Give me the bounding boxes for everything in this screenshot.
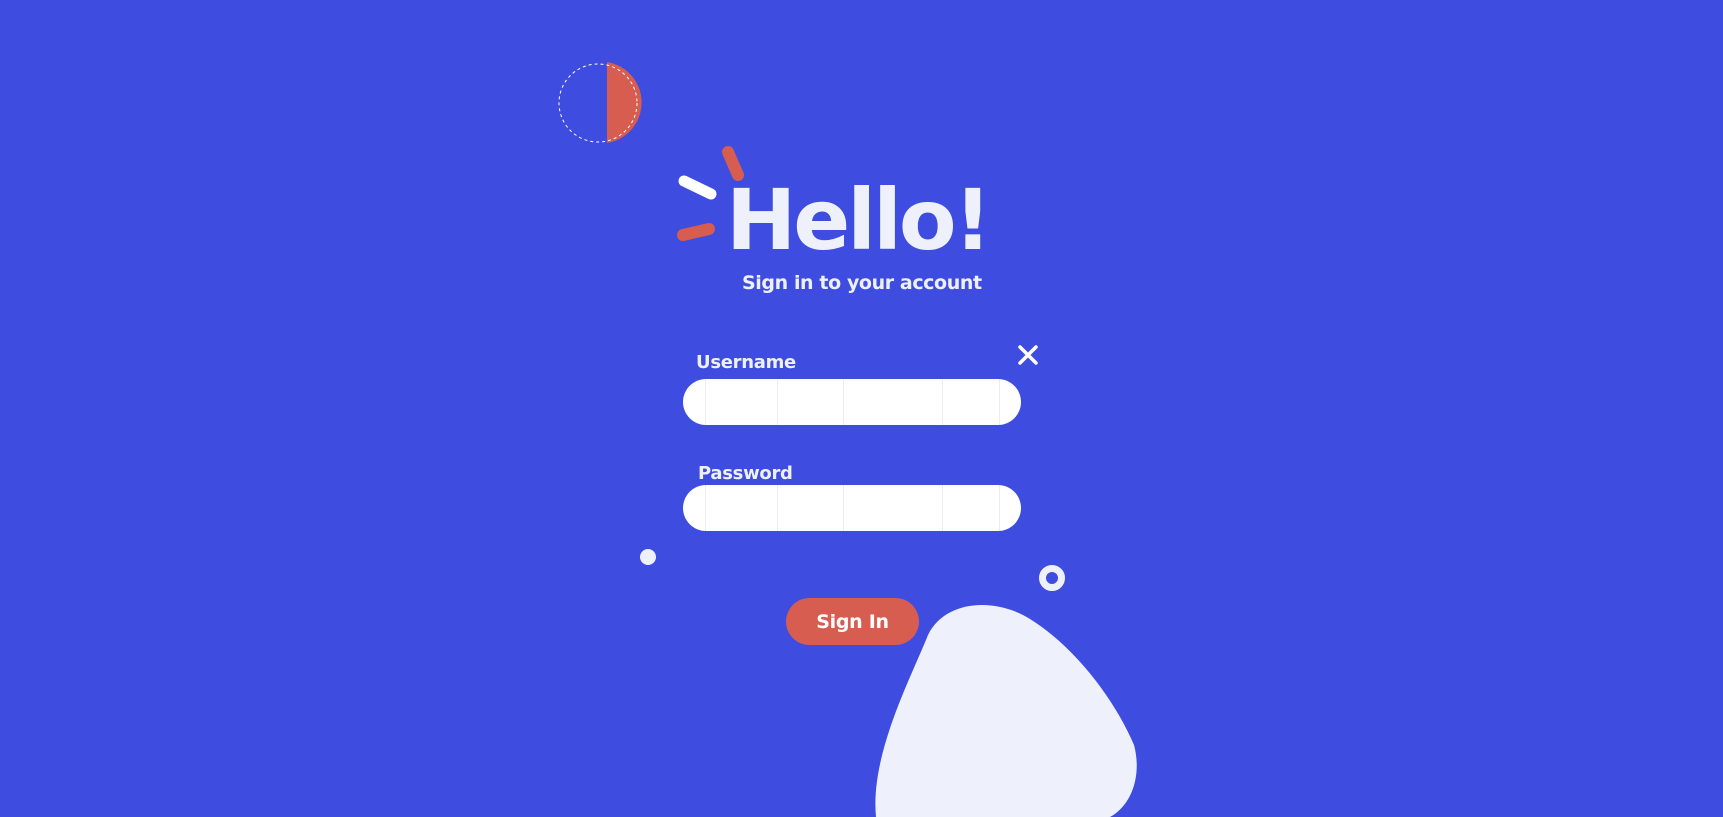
page-title: Hello! — [726, 171, 992, 269]
login-screen: Hello! Sign in to your account Username … — [0, 0, 1723, 817]
password-input[interactable] — [683, 485, 1021, 531]
ring-icon — [1039, 565, 1065, 591]
page-subtitle: Sign in to your account — [742, 272, 982, 294]
half-circle-icon — [558, 62, 642, 143]
close-button[interactable] — [1015, 342, 1041, 368]
username-input[interactable] — [683, 379, 1021, 425]
dot-icon — [640, 549, 656, 565]
password-label: Password — [698, 463, 793, 484]
sign-in-button[interactable]: Sign In — [786, 598, 919, 645]
close-icon — [1018, 345, 1038, 365]
username-label: Username — [696, 352, 796, 373]
